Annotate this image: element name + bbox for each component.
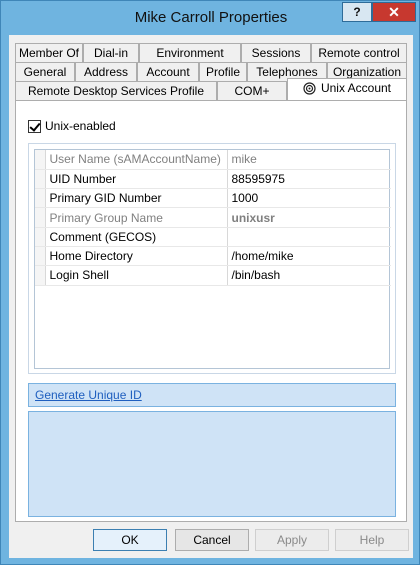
unix-enabled-label: Unix-enabled bbox=[45, 119, 116, 133]
tab-address[interactable]: Address bbox=[75, 62, 137, 81]
attribute-name: UID Number bbox=[45, 169, 228, 190]
dialog-client-area: Member Of Dial-in Environment Sessions R… bbox=[9, 35, 413, 558]
attributes-grid-frame: User Name (sAMAccountName) mike UID Numb… bbox=[28, 143, 396, 374]
row-gutter bbox=[35, 150, 46, 170]
attributes-table: User Name (sAMAccountName) mike UID Numb… bbox=[35, 150, 391, 286]
attributes-grid: User Name (sAMAccountName) mike UID Numb… bbox=[34, 149, 391, 369]
attribute-row[interactable]: UID Number 88595975 bbox=[35, 169, 391, 190]
help-button[interactable]: Help bbox=[335, 529, 409, 551]
attribute-row[interactable]: Primary Group Name unixusr bbox=[35, 207, 391, 228]
generate-unique-id-link[interactable]: Generate Unique ID bbox=[35, 388, 142, 402]
unix-enabled-checkbox[interactable] bbox=[28, 119, 41, 133]
tab-remote-desktop-services-profile[interactable]: Remote Desktop Services Profile bbox=[15, 81, 217, 100]
attribute-name: User Name (sAMAccountName) bbox=[45, 150, 228, 170]
attribute-name: Comment (GECOS) bbox=[45, 227, 228, 247]
row-gutter bbox=[35, 246, 46, 267]
attribute-value: mike bbox=[227, 150, 391, 170]
properties-dialog: Mike Carroll Properties ? ✕ Member Of Di… bbox=[0, 0, 420, 565]
unix-account-icon bbox=[303, 81, 316, 95]
tab-unix-account-label: Unix Account bbox=[320, 81, 392, 95]
tab-profile[interactable]: Profile bbox=[199, 62, 247, 81]
attribute-value[interactable] bbox=[227, 227, 391, 247]
attribute-name: Primary Group Name bbox=[45, 207, 228, 228]
tab-sessions[interactable]: Sessions bbox=[241, 43, 311, 62]
attribute-name: Home Directory bbox=[45, 246, 228, 267]
row-gutter bbox=[35, 265, 46, 286]
tab-member-of[interactable]: Member Of bbox=[15, 43, 83, 62]
help-icon[interactable]: ? bbox=[342, 2, 372, 22]
row-gutter bbox=[35, 227, 46, 247]
tab-com-plus[interactable]: COM+ bbox=[217, 81, 287, 100]
attribute-row[interactable]: Primary GID Number 1000 bbox=[35, 188, 391, 209]
attribute-name: Login Shell bbox=[45, 265, 228, 286]
attribute-value: unixusr bbox=[227, 207, 391, 228]
tab-dial-in[interactable]: Dial-in bbox=[83, 43, 139, 62]
row-gutter bbox=[35, 169, 46, 190]
attribute-name: Primary GID Number bbox=[45, 188, 228, 209]
attribute-row[interactable]: Home Directory /home/mike bbox=[35, 246, 391, 267]
ok-button[interactable]: OK bbox=[93, 529, 167, 551]
attribute-value[interactable]: 1000 bbox=[227, 188, 391, 209]
tab-account[interactable]: Account bbox=[137, 62, 199, 81]
attribute-value[interactable]: 88595975 bbox=[227, 169, 391, 190]
tab-unix-account[interactable]: Unix Account bbox=[287, 78, 407, 100]
cancel-button[interactable]: Cancel bbox=[175, 529, 249, 551]
title-bar[interactable]: Mike Carroll Properties ? ✕ bbox=[1, 1, 420, 35]
close-icon[interactable]: ✕ bbox=[372, 2, 416, 22]
attribute-row[interactable]: Login Shell /bin/bash bbox=[35, 265, 391, 286]
apply-button[interactable]: Apply bbox=[255, 529, 329, 551]
unix-account-panel: Unix-enabled User Name (sAMAccountName) … bbox=[15, 100, 407, 522]
attribute-value[interactable]: /bin/bash bbox=[227, 265, 391, 286]
attribute-row[interactable]: Comment (GECOS) bbox=[35, 227, 391, 247]
row-gutter bbox=[35, 207, 46, 228]
info-area bbox=[28, 411, 396, 517]
tab-remote-control[interactable]: Remote control bbox=[311, 43, 407, 62]
tab-general[interactable]: General bbox=[15, 62, 75, 81]
generate-id-area: Generate Unique ID bbox=[28, 383, 396, 407]
unix-enabled-row[interactable]: Unix-enabled bbox=[28, 119, 116, 133]
attribute-value[interactable]: /home/mike bbox=[227, 246, 391, 267]
row-gutter bbox=[35, 188, 46, 209]
attribute-row[interactable]: User Name (sAMAccountName) mike bbox=[35, 150, 391, 170]
tab-environment[interactable]: Environment bbox=[139, 43, 241, 62]
